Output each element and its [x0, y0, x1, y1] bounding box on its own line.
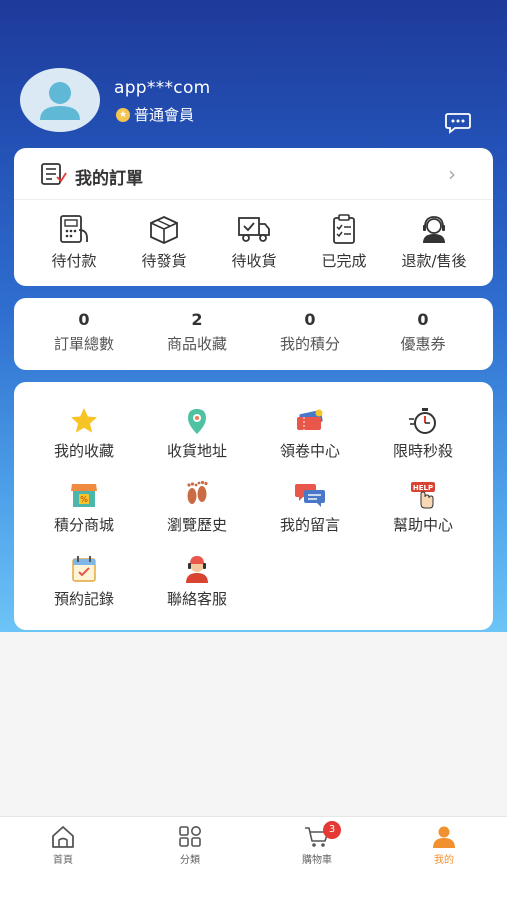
tool-label: 領卷中心 — [279, 442, 340, 460]
message-icon — [295, 484, 325, 507]
tool-address[interactable]: 收貨地址 — [142, 406, 252, 461]
tab-label: 首頁 — [53, 855, 73, 866]
tab-mine[interactable]: 我的 — [404, 825, 484, 866]
avatar-icon — [40, 82, 80, 120]
stat-order-total[interactable]: 0 訂單總數 — [29, 310, 139, 354]
tool-contact-service[interactable]: 聯絡客服 — [142, 554, 252, 609]
svg-text:%: % — [80, 495, 88, 504]
truck-icon — [238, 217, 270, 242]
stopwatch-icon — [409, 408, 436, 434]
bottom-tab-bar: 首頁 分類 3 購物車 我的 — [0, 816, 507, 900]
tool-help-center[interactable]: HELP 幫助中心 — [368, 480, 478, 535]
order-pending-payment-label: 待付款 — [51, 252, 97, 270]
tool-label: 限時秒殺 — [392, 442, 453, 460]
tool-label: 收貨地址 — [166, 442, 227, 460]
stat-value: 2 — [191, 310, 203, 329]
order-pending-shipment-label: 待發貨 — [141, 252, 187, 270]
customer-service-icon — [186, 556, 208, 583]
service-agent-icon — [423, 216, 445, 243]
stat-points[interactable]: 0 我的積分 — [255, 310, 365, 354]
tool-label: 我的收藏 — [53, 442, 114, 460]
tool-reservation-records[interactable]: 預約記錄 — [29, 554, 139, 609]
stat-value: 0 — [78, 310, 90, 329]
order-refund-aftersale-label: 退款/售後 — [401, 252, 467, 270]
coupon-icon — [297, 409, 323, 430]
stat-coupons[interactable]: 0 優惠券 — [368, 310, 478, 354]
chevron-right-icon[interactable]: › — [448, 162, 456, 186]
tab-label: 分類 — [180, 855, 200, 866]
tool-label: 瀏覽歷史 — [166, 516, 227, 534]
stats-card: 0 訂單總數 2 商品收藏 0 我的積分 0 優惠券 — [14, 298, 493, 370]
tool-label: 預約記錄 — [53, 590, 114, 608]
user-icon — [433, 826, 455, 848]
tool-label: 我的留言 — [279, 516, 340, 534]
cart-count-badge: 3 — [323, 821, 341, 839]
star-icon — [71, 408, 97, 433]
order-pending-receipt-label: 待收貨 — [231, 252, 277, 270]
tab-label: 購物車 — [302, 855, 332, 866]
stat-value: 0 — [304, 310, 316, 329]
box-icon — [150, 216, 178, 244]
tab-cart[interactable]: 3 購物車 — [277, 821, 357, 866]
stat-label: 訂單總數 — [53, 335, 114, 353]
order-pending-shipment[interactable]: 待發貨 — [119, 214, 209, 271]
stat-favorites[interactable]: 2 商品收藏 — [142, 310, 252, 354]
location-pin-icon — [188, 409, 206, 434]
stat-label: 我的積分 — [279, 335, 340, 353]
username: app***com — [114, 78, 211, 98]
svg-text:HELP: HELP — [413, 484, 433, 492]
shop-icon: % — [71, 484, 97, 507]
stat-label: 商品收藏 — [166, 335, 227, 353]
star-badge-icon: ★ — [116, 107, 130, 122]
tool-label: 聯絡客服 — [166, 590, 227, 608]
footprints-icon — [187, 480, 208, 504]
member-level: ★ 普通會員 — [116, 104, 194, 125]
order-pending-payment[interactable]: 待付款 — [29, 214, 119, 271]
tool-points-mall[interactable]: % 積分商城 — [29, 480, 139, 535]
home-icon — [52, 826, 74, 848]
chat-bubble-icon[interactable] — [445, 112, 471, 134]
tab-label: 我的 — [434, 855, 454, 866]
tool-label: 積分商城 — [53, 516, 114, 534]
grid-icon — [179, 826, 201, 847]
order-completed[interactable]: 已完成 — [299, 214, 389, 271]
order-refund-aftersale[interactable]: 退款/售後 — [389, 214, 479, 271]
clipboard-check-icon — [333, 214, 355, 244]
stat-label: 優惠券 — [400, 335, 446, 353]
tool-coupon-center[interactable]: 領卷中心 — [255, 406, 365, 461]
orders-title: 我的訂單 — [75, 169, 143, 189]
help-icon: HELP — [411, 482, 435, 509]
order-pending-receipt[interactable]: 待收貨 — [209, 214, 299, 271]
tool-my-messages[interactable]: 我的留言 — [255, 480, 365, 535]
member-level-label: 普通會員 — [134, 106, 195, 124]
tab-home[interactable]: 首頁 — [23, 825, 103, 866]
orders-header[interactable]: 我的訂單 › — [14, 148, 493, 200]
orders-card: 我的訂單 › 待付款 待發貨 待收貨 已完成 退款/售後 — [14, 148, 493, 286]
tool-label: 幫助中心 — [392, 516, 453, 534]
tool-my-favorites[interactable]: 我的收藏 — [29, 406, 139, 461]
avatar[interactable] — [20, 68, 100, 132]
tab-category[interactable]: 分類 — [150, 825, 230, 866]
stat-value: 0 — [417, 310, 429, 329]
tools-card: 我的收藏 收貨地址 領卷中心 限時秒殺 % 積分商城 瀏覽歷史 我的留言 HEL… — [14, 382, 493, 630]
order-completed-label: 已完成 — [321, 252, 367, 270]
tool-browsing-history[interactable]: 瀏覽歷史 — [142, 480, 252, 535]
pay-icon — [60, 215, 88, 243]
order-list-icon — [41, 163, 67, 189]
tool-flash-sale[interactable]: 限時秒殺 — [368, 406, 478, 461]
calendar-icon — [72, 556, 96, 582]
